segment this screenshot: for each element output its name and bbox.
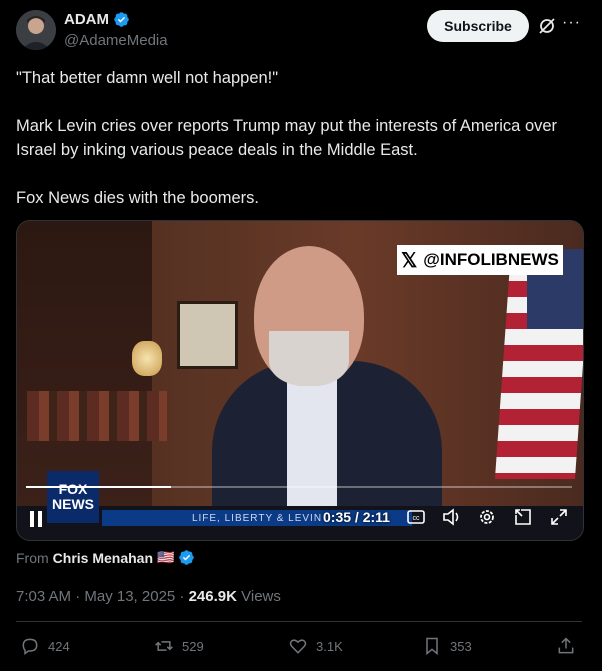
settings-gear-icon[interactable] — [478, 508, 496, 526]
x-logo-icon: 𝕏 — [401, 249, 418, 272]
bookmark-button[interactable]: 353 — [422, 636, 472, 656]
video-progress-fill — [26, 486, 172, 488]
svg-text:cc: cc — [413, 515, 421, 522]
watermark-text: @INFOLIBNEWS — [423, 250, 559, 269]
share-icon — [558, 637, 574, 654]
video-person-shirt — [287, 371, 337, 521]
like-count: 3.1K — [316, 638, 343, 654]
heart-icon — [289, 639, 307, 654]
video-source: From Chris Menahan 🇺🇸 — [16, 549, 195, 566]
more-icon[interactable]: ··· — [562, 14, 582, 34]
video-lamp — [132, 341, 162, 376]
picture-in-picture-icon[interactable] — [514, 508, 532, 526]
repost-button[interactable]: 529 — [154, 636, 204, 656]
captions-icon[interactable]: cc — [407, 509, 425, 525]
video-watermark: 𝕏 @INFOLIBNEWS — [397, 245, 563, 275]
post-timestamp[interactable]: 7:03 AM · May 13, 2025 · — [16, 588, 189, 605]
bookmark-icon — [426, 637, 438, 656]
video-controls: 0:35 / 2:11 cc — [17, 503, 583, 533]
author-name[interactable]: ADAM — [64, 11, 109, 28]
repost-icon — [155, 641, 173, 651]
video-progress-bar[interactable] — [26, 486, 572, 488]
post-text: "That better damn well not happen!" Mark… — [16, 69, 558, 207]
reply-button[interactable]: 424 — [20, 636, 70, 656]
verified-badge-icon — [114, 12, 129, 27]
subscribe-button[interactable]: Subscribe — [427, 10, 529, 42]
reply-icon — [22, 638, 38, 655]
bookmark-count: 353 — [450, 638, 472, 654]
us-flag-emoji: 🇺🇸 — [157, 549, 175, 565]
video-time: 0:35 / 2:11 — [323, 509, 390, 525]
volume-icon[interactable] — [442, 508, 462, 526]
share-button[interactable] — [556, 636, 576, 656]
repost-count: 529 — [182, 638, 204, 654]
avatar[interactable] — [16, 10, 56, 50]
source-verified-badge-icon — [179, 550, 195, 565]
source-name[interactable]: Chris Menahan — [53, 550, 153, 566]
views-label: Views — [236, 588, 281, 605]
views-count: 246.9K — [188, 588, 237, 605]
author-name-row[interactable]: ADAM — [64, 11, 130, 28]
source-prefix: From — [16, 549, 49, 566]
video-books — [27, 391, 167, 441]
fullscreen-icon[interactable] — [550, 508, 568, 526]
reply-count: 424 — [48, 638, 70, 654]
video-portrait — [177, 301, 238, 369]
video-person-beard — [269, 331, 349, 386]
post-meta: 7:03 AM · May 13, 2025 · 246.9K Views — [16, 588, 281, 605]
divider-top — [16, 621, 582, 622]
action-bar: 424 529 3.1K 353 — [16, 634, 582, 662]
author-handle[interactable]: @AdameMedia — [64, 32, 168, 49]
like-button[interactable]: 3.1K — [288, 636, 343, 656]
grok-icon[interactable] — [537, 16, 557, 36]
video-player[interactable]: 𝕏 @INFOLIBNEWS FOX NEWS LIFE, LIBERTY & … — [16, 220, 584, 541]
pause-icon[interactable] — [29, 511, 43, 527]
